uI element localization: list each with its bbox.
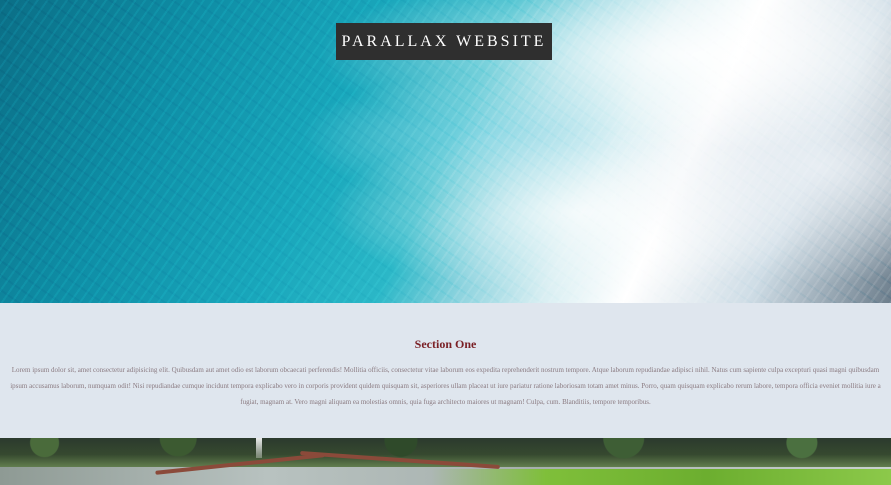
site-title-box: PARALLAX WEBSITE <box>336 23 552 60</box>
section-one-heading: Section One <box>414 337 477 351</box>
forest-stream-image <box>0 438 891 485</box>
hero-ocean-image: PARALLAX WEBSITE <box>0 0 891 303</box>
section-one: Section One Lorem ipsum dolor sit, amet … <box>0 303 891 438</box>
site-title: PARALLAX WEBSITE <box>341 32 547 50</box>
small-waterfall <box>256 438 262 458</box>
section-one-body: Lorem ipsum dolor sit, amet consectetur … <box>10 366 881 406</box>
grass-bank <box>431 469 891 485</box>
